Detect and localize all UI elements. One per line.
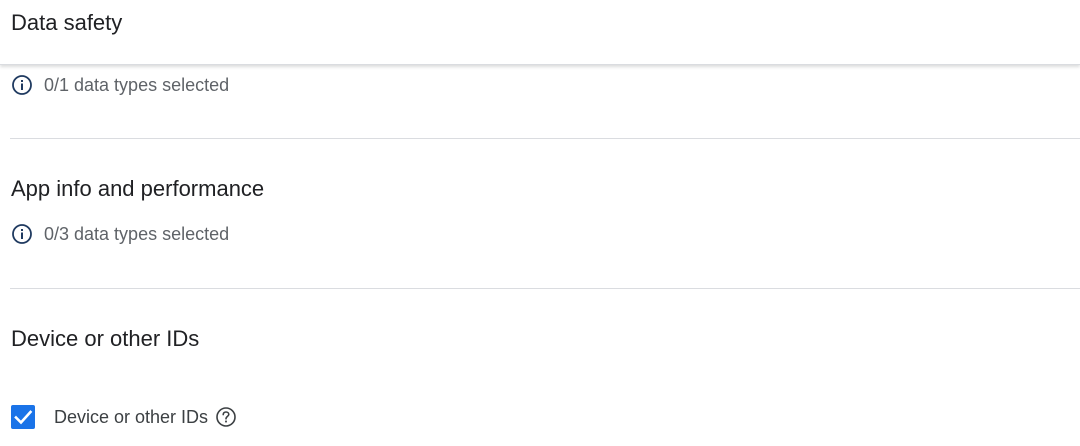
section-status-text: 0/3 data types selected <box>44 224 230 244</box>
section-divider <box>10 288 1080 289</box>
info-icon <box>11 74 33 96</box>
info-icon <box>11 223 33 245</box>
section-status-row: 0/3 data types selected <box>11 222 229 246</box>
section-status-text: 0/1 data types selected <box>44 75 230 95</box>
device-ids-checkbox-label[interactable]: Device or other IDs <box>54 405 208 429</box>
page-header: Data safety <box>0 0 1080 65</box>
device-ids-checkbox-row[interactable]: Device or other IDs <box>11 404 237 430</box>
section-title-device-ids: Device or other IDs <box>11 326 200 351</box>
help-icon[interactable] <box>215 406 237 428</box>
section-divider <box>10 138 1080 139</box>
section-title-app-info: App info and performance <box>11 176 265 201</box>
device-ids-checkbox[interactable] <box>11 405 35 429</box>
page-title: Data safety <box>11 10 123 35</box>
data-safety-page: Data safety 0/1 data types selected App … <box>0 0 1080 446</box>
section-status-row: 0/1 data types selected <box>11 73 229 97</box>
checkmark-icon <box>14 410 33 425</box>
